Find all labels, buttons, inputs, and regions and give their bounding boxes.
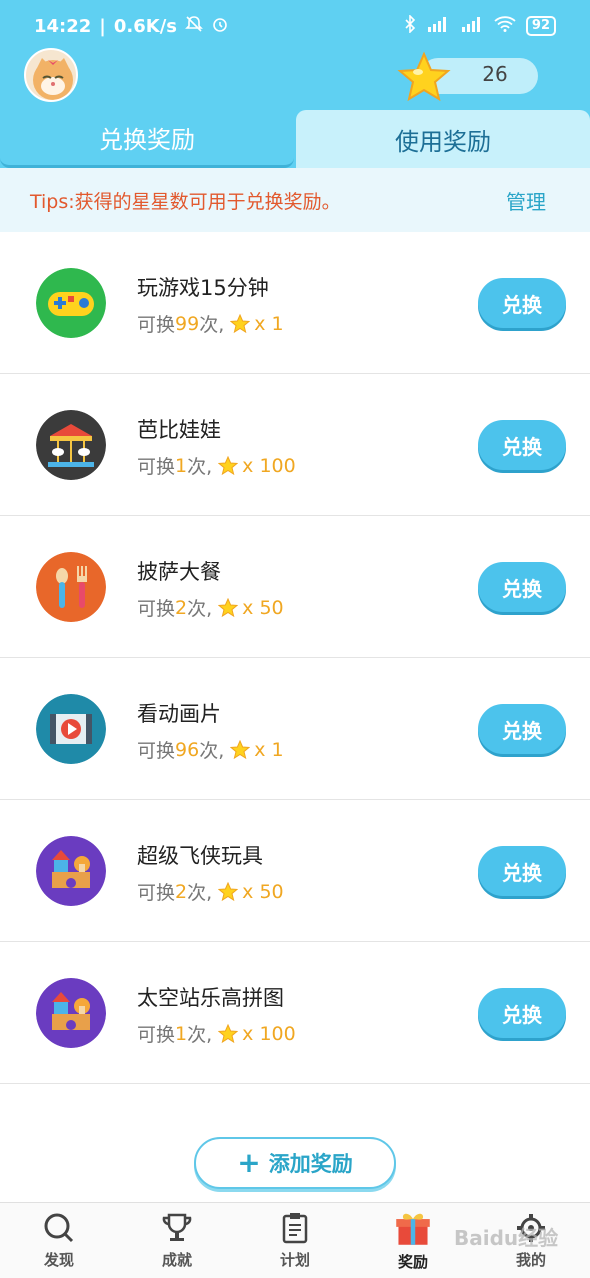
redeem-button[interactable]: 兑换 <box>478 988 566 1038</box>
reward-prefix: 可换 <box>137 740 176 762</box>
clipboard-icon <box>282 1213 308 1244</box>
reward-title: 玩游戏15分钟 <box>137 276 269 300</box>
reward-count: 2 <box>175 880 188 903</box>
reward-count: 1 <box>175 454 188 477</box>
reward-suffix: 次, <box>187 882 213 904</box>
reward-title: 超级飞侠玩具 <box>137 844 263 868</box>
redeem-button[interactable]: 兑换 <box>478 420 566 470</box>
nav-label: 成就 <box>161 1251 192 1269</box>
tips-text: Tips:获得的星星数可用于兑换奖励。 <box>30 190 341 213</box>
reward-prefix: 可换 <box>137 456 176 478</box>
reward-subtitle: 可换 99 次, x 1 <box>137 310 284 337</box>
star-icon <box>396 50 452 106</box>
reward-cost: x 1 <box>254 738 284 761</box>
reward-cost: x 100 <box>242 454 296 477</box>
plus-icon: + <box>237 1146 261 1179</box>
star-icon <box>218 597 239 617</box>
reward-cost: x 50 <box>242 596 284 619</box>
status-bar: 14:22 | 0.6K/s 92 <box>0 0 590 52</box>
reward-count: 2 <box>175 596 188 619</box>
list-item: 玩游戏15分钟 可换 99 次, x 1 兑换 <box>0 232 590 374</box>
nav-label: 发现 <box>43 1251 74 1269</box>
watermark-logo: Baidu经验 <box>454 1226 559 1250</box>
add-reward-label: 添加奖励 <box>268 1152 353 1176</box>
reward-subtitle: 可换 1 次, x 100 <box>137 1020 296 1047</box>
reward-subtitle: 可换 96 次, x 1 <box>137 736 284 763</box>
reward-suffix: 次, <box>199 740 225 762</box>
reward-subtitle: 可换 2 次, x 50 <box>137 594 284 621</box>
gift-icon <box>396 1213 430 1245</box>
list-item: 看动画片 可换 96 次, x 1 兑换 <box>0 658 590 800</box>
reward-suffix: 次, <box>199 314 225 336</box>
add-reward-button[interactable]: + 添加奖励 <box>194 1137 396 1189</box>
reward-list: 玩游戏15分钟 可换 99 次, x 1 兑换 芭比娃娃 可换 1 次, x 1… <box>0 232 590 1084</box>
list-item: 芭比娃娃 可换 1 次, x 100 兑换 <box>0 374 590 516</box>
trophy-icon <box>162 1213 192 1241</box>
reward-count: 99 <box>175 312 200 335</box>
star-icon <box>218 881 239 901</box>
reward-subtitle: 可换 2 次, x 50 <box>137 878 284 905</box>
tab-redeem-rewards[interactable]: 兑换奖励 <box>0 110 294 168</box>
reward-suffix: 次, <box>187 598 213 620</box>
reward-prefix: 可换 <box>137 882 176 904</box>
star-count: 26 <box>482 62 508 86</box>
list-item: 披萨大餐 可换 2 次, x 50 兑换 <box>0 516 590 658</box>
star-icon <box>218 1023 239 1043</box>
nav-label: 计划 <box>279 1251 310 1269</box>
spoon-fork-icon <box>36 552 106 622</box>
signal-icon <box>426 16 450 36</box>
reward-count: 96 <box>175 738 200 761</box>
gamepad-icon <box>36 268 106 338</box>
toy-blocks-icon <box>36 978 106 1048</box>
manage-link[interactable]: 管理 <box>506 186 560 215</box>
video-play-icon <box>36 694 106 764</box>
reward-title: 看动画片 <box>137 702 221 726</box>
reward-prefix: 可换 <box>137 314 176 336</box>
reward-cost: x 100 <box>242 1022 296 1045</box>
star-icon <box>230 313 251 333</box>
star-icon <box>230 739 251 759</box>
reward-suffix: 次, <box>187 1024 213 1046</box>
reward-cost: x 1 <box>254 312 284 335</box>
status-speed: 0.6K/s <box>113 15 177 37</box>
search-icon <box>44 1213 74 1243</box>
reward-count: 1 <box>175 1022 188 1045</box>
mute-icon <box>185 15 203 38</box>
nav-item-discover[interactable]: 发现 <box>0 1203 118 1278</box>
reward-suffix: 次, <box>187 456 213 478</box>
carousel-icon <box>36 410 106 480</box>
list-item: 超级飞侠玩具 可换 2 次, x 50 兑换 <box>0 800 590 942</box>
reward-prefix: 可换 <box>137 598 176 620</box>
alarm-icon <box>211 15 229 38</box>
avatar[interactable] <box>24 48 78 102</box>
nav-label: 奖励 <box>397 1253 428 1271</box>
redeem-button[interactable]: 兑换 <box>478 846 566 896</box>
redeem-button[interactable]: 兑换 <box>478 562 566 612</box>
bluetooth-icon <box>404 14 416 37</box>
list-item: 太空站乐高拼图 可换 1 次, x 100 兑换 <box>0 942 590 1084</box>
wifi-icon <box>494 16 516 36</box>
tab-use-rewards[interactable]: 使用奖励 <box>296 110 590 168</box>
reward-subtitle: 可换 1 次, x 100 <box>137 452 296 479</box>
reward-title: 披萨大餐 <box>137 560 221 584</box>
redeem-button[interactable]: 兑换 <box>478 704 566 754</box>
nav-item-plan[interactable]: 计划 <box>236 1203 354 1278</box>
battery-indicator: 92 <box>525 16 556 36</box>
status-time: 14:22 <box>34 15 92 37</box>
reward-prefix: 可换 <box>137 1024 176 1046</box>
redeem-button[interactable]: 兑换 <box>478 278 566 328</box>
toy-blocks-icon <box>36 836 106 906</box>
nav-item-achievements[interactable]: 成就 <box>118 1203 236 1278</box>
nav-label: 我的 <box>515 1251 546 1269</box>
star-icon <box>218 455 239 475</box>
tips-bar: Tips:获得的星星数可用于兑换奖励。 管理 <box>0 168 590 232</box>
reward-title: 芭比娃娃 <box>137 418 221 442</box>
reward-title: 太空站乐高拼图 <box>137 986 284 1010</box>
signal-icon-2 <box>460 16 484 36</box>
reward-cost: x 50 <box>242 880 284 903</box>
